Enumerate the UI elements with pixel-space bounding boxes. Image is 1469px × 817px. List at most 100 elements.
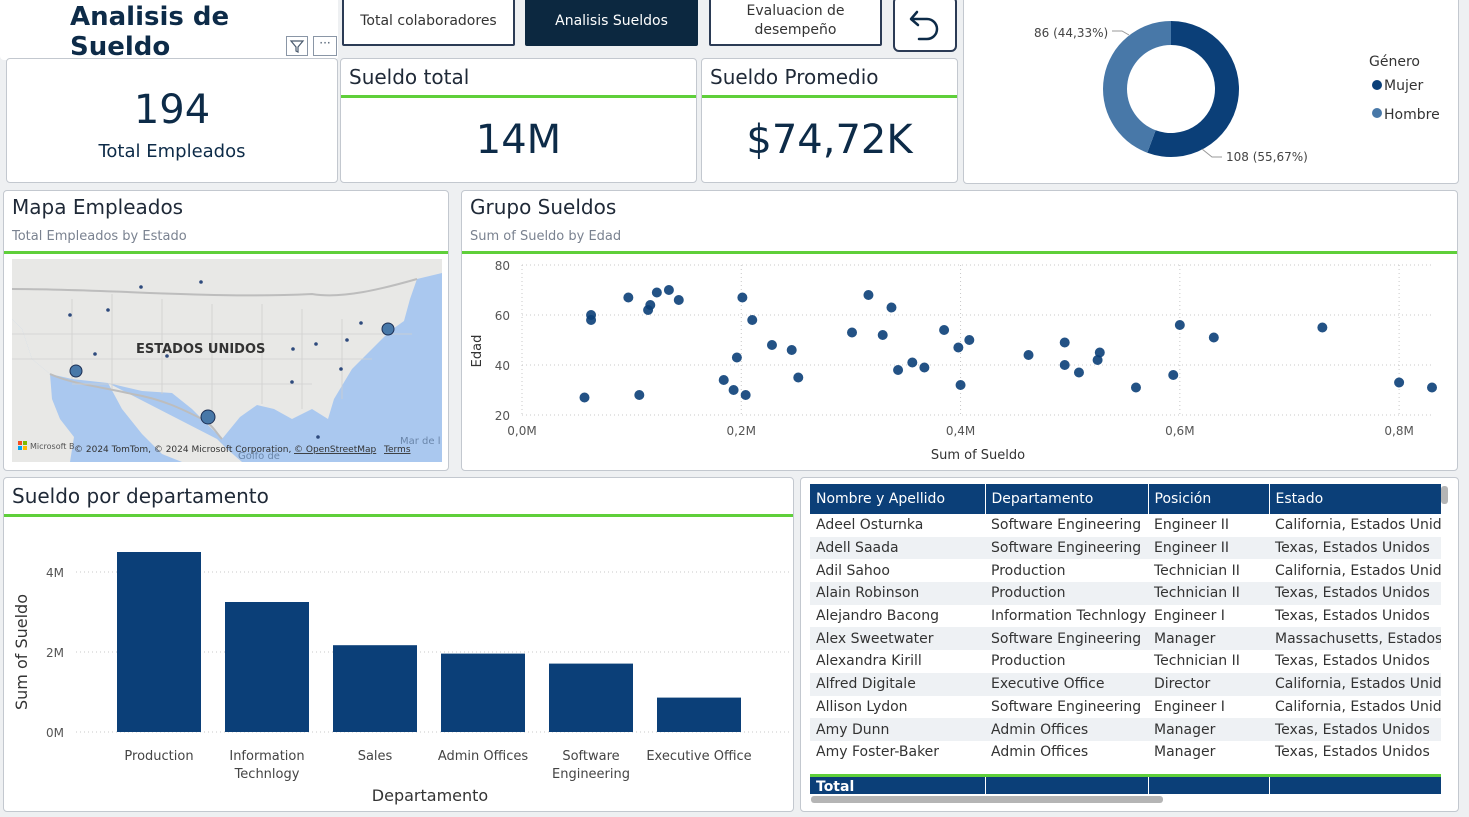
nav-analisis-sueldos-button[interactable]: Analisis Sueldos [525, 0, 698, 46]
scatter-point[interactable] [634, 390, 645, 400]
nav-total-colaboradores-button[interactable]: Total colaboradores [342, 0, 515, 46]
cell-estado: Texas, Estados Unidos [1275, 608, 1430, 625]
column-header-estado[interactable]: Estado [1269, 484, 1441, 514]
sueldo-total-title: Sueldo total [349, 65, 470, 89]
scatter-point[interactable] [623, 292, 634, 303]
scatter-point[interactable] [953, 342, 964, 353]
bar-executive-office[interactable] [657, 697, 741, 732]
cell-nombre: Alfred Digitale [810, 672, 985, 696]
scatter-point[interactable] [1059, 337, 1070, 348]
scatter-point[interactable] [718, 375, 729, 385]
scatter-point[interactable] [1427, 382, 1437, 393]
cell-nombre: Alexandra Kirill [816, 653, 922, 670]
table-row[interactable]: Adell Saada Software Engineering Engineer … [810, 536, 1441, 560]
scatter-point[interactable] [893, 365, 904, 375]
scatter-point[interactable] [955, 380, 966, 390]
table-row[interactable]: Alain Robinson Production Technician II Tex… [810, 582, 1441, 605]
scatter-point[interactable] [766, 340, 777, 350]
scatter-point[interactable] [886, 302, 897, 313]
scatter-subtitle: Sum of Sueldo by Edad [470, 229, 622, 244]
vertical-scrollbar[interactable] [1441, 486, 1448, 504]
bar-sales[interactable] [333, 645, 417, 732]
cell-posicion: Engineer II [1148, 536, 1269, 560]
table-row[interactable]: Alfred Digitale Executive Office Director C… [810, 672, 1441, 696]
genero-donut-card: 86 (44,33%) 108 (55,67%) Género Mujer Ho… [963, 0, 1459, 184]
column-header-posicion[interactable]: Posición [1148, 484, 1270, 514]
back-button[interactable] [893, 0, 957, 52]
scatter-point[interactable] [939, 325, 950, 335]
cell-departamento: Information Technlogy [991, 608, 1147, 625]
scatter-point[interactable] [586, 315, 597, 325]
scatter-point[interactable] [645, 300, 656, 310]
scatter-point[interactable] [663, 285, 674, 295]
bar-x-axis-label: Departamento [372, 786, 488, 805]
scatter-point[interactable] [793, 372, 804, 383]
bar-y-axis-label: Sum of Sueldo [12, 594, 31, 710]
scatter-point[interactable] [919, 362, 930, 373]
table-row[interactable]: Alex Sweetwater Software Engineering Manag… [810, 627, 1441, 651]
total-empleados-label: Total Empleados [98, 141, 246, 162]
cell-estado: Texas, Estados Unidos [1275, 744, 1430, 761]
scatter-point[interactable] [786, 345, 797, 355]
bar-software-engineering[interactable] [549, 663, 633, 732]
scatter-point[interactable] [1059, 360, 1070, 370]
scatter-point[interactable] [1174, 320, 1185, 330]
scatter-point[interactable] [740, 390, 751, 400]
scatter-point[interactable] [1130, 382, 1141, 393]
column-header-departamento[interactable]: Departamento [985, 484, 1149, 514]
map-view[interactable]: ESTADOS UNIDOS Golfo de Mar de l Microso… [12, 259, 442, 462]
scatter-point[interactable] [673, 295, 684, 305]
scatter-point[interactable] [1208, 332, 1219, 343]
more-options-icon[interactable]: ··· [313, 36, 337, 56]
scatter-point[interactable] [863, 290, 874, 300]
table-row[interactable]: Adeel Osturnka Software Engineering Engine… [810, 514, 1441, 537]
total-empleados-card: 194 Total Empleados [6, 58, 338, 183]
cell-nombre: Alain Robinson [810, 582, 985, 605]
column-header-nombre[interactable]: Nombre y Apellido [810, 484, 986, 514]
scatter-point[interactable] [1168, 370, 1179, 380]
bar-production[interactable] [117, 552, 201, 732]
table-row[interactable]: Alejandro Bacong Information Technlogy Eng… [810, 605, 1441, 628]
scatter-point[interactable] [1073, 367, 1084, 378]
table-row[interactable]: Adil Sahoo Production Technician II Califor… [810, 559, 1441, 582]
bar-category-label: Technlogy [234, 767, 300, 782]
bar-admin-offices[interactable] [441, 653, 525, 732]
table-row[interactable]: Amy Foster-Baker Admin Offices Manager Texa… [810, 741, 1441, 764]
nav-evaluacion-desempeno-button[interactable]: Evaluacion de desempeño [709, 0, 882, 46]
scatter-point[interactable] [651, 287, 662, 298]
filter-icon[interactable] [286, 36, 308, 56]
employees-table-card: Nombre y Apellido Departamento Posición … [800, 477, 1459, 812]
divider [4, 514, 793, 517]
scatter-point[interactable] [847, 327, 858, 338]
map-terms-link[interactable]: Terms [383, 445, 411, 455]
scatter-point[interactable] [1394, 377, 1405, 388]
scatter-point[interactable] [737, 292, 748, 303]
scatter-point[interactable] [1317, 322, 1328, 333]
scatter-point[interactable] [907, 357, 918, 368]
scatter-point[interactable] [1023, 350, 1034, 360]
bar-category-label: Executive Office [646, 749, 751, 764]
scatter-point[interactable] [731, 352, 742, 363]
cell-departamento: Production [991, 562, 1066, 579]
scatter-point[interactable] [579, 392, 590, 403]
scatter-point[interactable] [728, 385, 739, 395]
scatter-x-tick: 0,0M [507, 424, 536, 438]
scatter-point[interactable] [877, 330, 888, 340]
table-scroll-area[interactable]: Nombre y Apellido Departamento Posición … [810, 484, 1441, 794]
scatter-y-axis-label: Edad [470, 335, 485, 368]
table-row[interactable]: Amy Dunn Admin Offices Manager Texas, Estad… [810, 718, 1441, 741]
scatter-point[interactable] [747, 315, 758, 325]
employees-table: Nombre y Apellido Departamento Posición … [810, 484, 1441, 764]
map-osm-link[interactable]: © OpenStreetMap [294, 445, 377, 455]
table-row[interactable]: Alexandra Kirill Production Technician II T… [810, 650, 1441, 673]
cell-departamento: Admin Offices [991, 744, 1089, 761]
cell-posicion: Director [1148, 672, 1269, 696]
sueldo-total-value: 14M [475, 117, 562, 163]
scatter-point[interactable] [1094, 347, 1105, 358]
sueldo-promedio-title: Sueldo Promedio [710, 65, 879, 89]
bar-information-technlogy[interactable] [225, 602, 309, 732]
horizontal-scrollbar[interactable] [811, 796, 1163, 803]
table-row[interactable]: Allison Lydon Software Engineering Enginee… [810, 696, 1441, 719]
divider [702, 95, 957, 98]
scatter-point[interactable] [964, 335, 975, 345]
